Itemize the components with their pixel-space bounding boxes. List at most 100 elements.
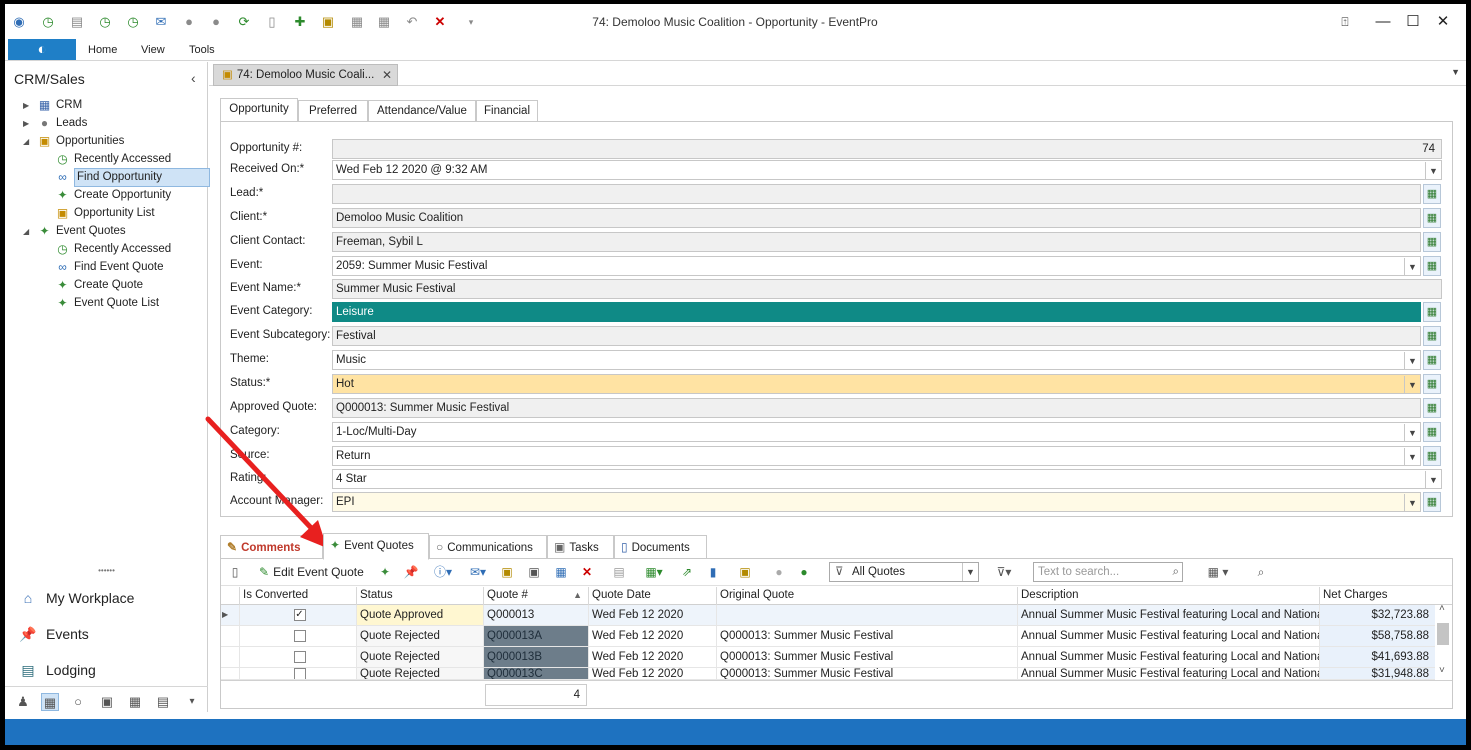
expand-icon[interactable]: ▶ [23,97,33,114]
tasks-icon[interactable]: ▣ [98,693,116,711]
mail-icon[interactable]: ✉ [153,14,169,30]
delete-icon[interactable]: ✕ [579,564,595,581]
close-tab-icon[interactable]: ✕ [382,65,392,85]
tab-tasks[interactable]: ▣ Tasks [547,535,614,559]
is-converted-cell[interactable] [239,647,356,667]
tab-communications[interactable]: ○ Communications [429,535,547,559]
chevron-down-icon[interactable]: ▼ [1404,376,1420,393]
save-icon[interactable]: ▦ [349,14,365,30]
lookup-icon[interactable]: ▦ [1423,326,1441,346]
scroll-up-icon[interactable]: ˄ [1439,603,1445,614]
chevron-down-icon[interactable]: ▼ [962,563,978,581]
note-icon[interactable]: ▣ [499,564,515,581]
theme-field[interactable]: Music ▼ [332,350,1421,370]
clipboard-icon[interactable]: ▣ [526,564,542,581]
more-icon[interactable]: ▾ [183,693,201,711]
report-icon[interactable]: ▤ [154,693,172,711]
tab-financial[interactable]: Financial [476,100,538,122]
recent-icon[interactable]: ◷ [40,14,56,30]
tree-item-event-quotes[interactable]: ◢ ✦ Event Quotes [23,223,126,240]
new-icon[interactable]: ▯ [227,564,243,581]
client-contact-field[interactable]: Freeman, Sybil L [332,232,1421,252]
table-row[interactable]: ▶ ✓ Quote Approved Q000013 Wed Feb 12 20… [221,605,1452,626]
rating-field[interactable]: 4 Star ▼ [332,469,1442,489]
table-row[interactable]: Quote Rejected Q000013B Wed Feb 12 2020 … [221,647,1452,668]
info-icon[interactable]: ⓘ▾ [431,564,455,581]
app-icon[interactable]: ◉ [11,14,27,30]
status-field[interactable]: Hot ▼ [332,374,1421,394]
column-status[interactable]: Status [356,587,483,605]
tree-item-leads[interactable]: ▶ ● Leads [23,115,87,132]
lookup-icon[interactable]: ▦ [1423,256,1441,276]
search-icon[interactable]: ⌕ [1173,563,1179,581]
client-field[interactable]: Demoloo Music Coalition [332,208,1421,228]
table-row[interactable]: Quote Rejected Q000013C Wed Feb 12 2020 … [221,668,1452,680]
quote-icon[interactable]: ✦ [377,564,393,581]
lookup-icon[interactable]: ▦ [1423,232,1441,252]
print-icon[interactable]: ▤ [611,564,627,581]
minimize-icon[interactable]: — [1373,12,1393,32]
panel-splitter[interactable]: •••••• [5,566,208,576]
save-all-icon[interactable]: ▦ [376,14,392,30]
new-page-icon[interactable]: ▯ [264,14,280,30]
delete-icon[interactable]: ✕ [432,14,448,30]
tab-opportunity[interactable]: Opportunity [220,98,298,122]
crm-sales-icon[interactable]: ▦ [41,693,59,711]
checkbox[interactable] [293,629,306,642]
search-input[interactable]: Text to search... ⌕ [1033,562,1183,582]
ribbon-tab-tools[interactable]: Tools [189,44,215,56]
calculator-icon[interactable]: ▦ [126,693,144,711]
clipboard-icon[interactable]: ▣ [320,14,336,30]
tree-item-find-opportunity[interactable]: ∞ Find Opportunity [55,168,210,187]
calendar-icon[interactable]: ▦ [553,564,569,581]
tab-event-quotes[interactable]: ✦ Event Quotes [323,533,429,560]
find-icon[interactable]: ⌕ [1253,564,1269,581]
column-is-converted[interactable]: Is Converted [239,587,356,605]
chevron-down-icon[interactable]: ▼ [1404,494,1420,511]
chat-icon[interactable]: ○ [69,693,87,711]
event-subcategory-field[interactable]: Festival [332,326,1421,346]
down-icon[interactable]: ● [796,564,812,581]
clock2-icon[interactable]: ◷ [125,14,141,30]
tab-preferred[interactable]: Preferred [298,100,368,122]
ribbon-tab-home[interactable]: Home [88,44,117,56]
lookup-icon[interactable]: ▦ [1423,398,1441,418]
lookup-icon[interactable]: ▦ [1423,374,1441,394]
maximize-icon[interactable]: ☐ [1403,12,1423,32]
quote-filter-select[interactable]: ⊽ All Quotes ▼ [829,562,979,582]
column-net-charges[interactable]: Net Charges [1319,587,1435,605]
tree-item-create-quote[interactable]: ✦ Create Quote [55,277,143,294]
scroll-thumb[interactable] [1437,623,1449,645]
ribbon-tab-view[interactable]: View [141,44,165,56]
up-icon[interactable]: ● [181,14,197,30]
collapse-icon[interactable]: ◢ [23,133,33,150]
document-tab[interactable]: ▣ 74: Demoloo Music Coali... ✕ [213,64,398,86]
approved-quote-field[interactable]: Q000013: Summer Music Festival [332,398,1421,418]
is-converted-cell[interactable]: ✓ [239,605,356,625]
column-quote-number[interactable]: Quote # ▲ [483,587,588,605]
restore-icon[interactable]: ⍐ [1335,12,1355,32]
tree-item-quote-recently-accessed[interactable]: ◷ Recently Accessed [55,241,171,258]
lookup-icon[interactable]: ▦ [1423,350,1441,370]
event-field[interactable]: 2059: Summer Music Festival ▼ [332,256,1421,276]
lookup-icon[interactable]: ▦ [1423,184,1441,204]
lead-field[interactable] [332,184,1421,204]
app-menu-button[interactable]: ◐ [8,39,76,60]
account-manager-field[interactable]: EPI ▼ [332,492,1421,512]
expand-icon[interactable]: ▶ [23,115,33,132]
lookup-icon[interactable]: ▦ [1423,422,1441,442]
tree-item-crm[interactable]: ▶ ▦ CRM [23,97,82,114]
tree-item-opp-recently-accessed[interactable]: ◷ Recently Accessed [55,151,171,168]
chevron-down-icon[interactable]: ▼ [1425,162,1441,179]
copy-icon[interactable]: ▦▾ [641,564,667,581]
lookup-icon[interactable]: ▦ [1423,302,1441,322]
is-converted-cell[interactable] [239,668,356,679]
chevron-down-icon[interactable]: ▼ [1404,258,1420,275]
collapse-panel-icon[interactable]: ‹ [191,70,196,86]
down-icon[interactable]: ● [208,14,224,30]
tree-item-create-opportunity[interactable]: ✦ Create Opportunity [55,187,171,204]
tab-documents[interactable]: ▯ Documents [614,535,707,559]
pin-icon[interactable]: 📌 [403,564,419,581]
lookup-icon[interactable]: ▦ [1423,446,1441,466]
lookup-icon[interactable]: ▦ [1423,208,1441,228]
